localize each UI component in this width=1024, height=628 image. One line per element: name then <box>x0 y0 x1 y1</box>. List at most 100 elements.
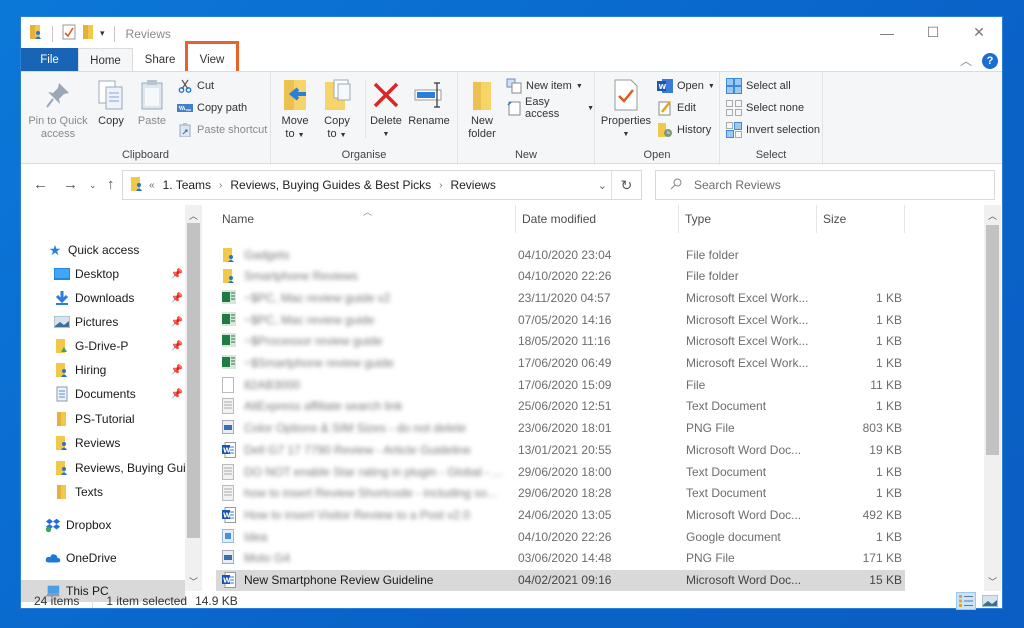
chevron-right-icon[interactable]: › <box>439 180 442 191</box>
large-icons-view-button[interactable] <box>980 592 1000 610</box>
scrollbar-thumb[interactable] <box>187 223 200 538</box>
file-row[interactable]: W How to insert Visitor Review to a Post … <box>216 504 905 525</box>
copy-path-button[interactable]: Copy path <box>177 98 247 118</box>
history-button[interactable]: History <box>657 120 711 140</box>
file-row[interactable]: W Dell G7 17 7790 Review - Article Guidel… <box>216 439 905 460</box>
address-bar[interactable]: « 1. Teams › Reviews, Buying Guides & Be… <box>122 170 642 200</box>
copy-button[interactable]: Copy <box>93 78 129 128</box>
open-button[interactable]: W Open ▼ <box>657 76 715 96</box>
help-icon[interactable]: ? <box>982 52 998 69</box>
tab-share[interactable]: Share <box>133 48 187 72</box>
pin-icon[interactable]: 📌 <box>171 365 183 376</box>
move-to-button[interactable]: Move to ▼ <box>277 78 313 142</box>
file-row[interactable]: Idea 04/10/2020 22:26 Google document 1 KB <box>216 526 905 547</box>
breadcrumb-item[interactable]: Reviews, Buying Guides & Best Picks <box>230 178 431 192</box>
pin-icon[interactable]: 📌 <box>171 317 183 328</box>
chevron-right-icon[interactable]: › <box>219 180 222 191</box>
new-item-button[interactable]: New item ▼ <box>506 76 583 96</box>
file-row[interactable]: Color Options & SIM Sizes - do not delet… <box>216 418 905 439</box>
nav-onedrive[interactable]: OneDrive <box>21 547 185 569</box>
forward-arrow-icon[interactable]: → <box>63 176 78 193</box>
column-header-name[interactable]: Name <box>216 205 516 233</box>
nav-hiring[interactable]: Hiring 📌 <box>21 359 185 381</box>
file-row[interactable]: Gadgets 04/10/2020 23:04 File folder <box>216 244 905 265</box>
nav-reviews[interactable]: Reviews <box>21 432 185 454</box>
breadcrumb-overflow[interactable]: « <box>149 180 155 191</box>
breadcrumb-item[interactable]: Reviews <box>450 178 495 192</box>
nav-ps-tutorial[interactable]: PS-Tutorial <box>21 408 185 430</box>
pin-icon[interactable]: 📌 <box>171 269 183 280</box>
file-list: ︿ Name Date modified Type Size Gadgets 04… <box>216 205 984 591</box>
column-header-size[interactable]: Size <box>817 205 905 233</box>
new-folder-button[interactable]: New folder <box>464 78 500 141</box>
pin-to-quick-access-button[interactable]: Pin to Quick access <box>27 78 89 141</box>
file-row[interactable]: DO NOT enable Star rating in plugin - Gl… <box>216 461 905 482</box>
scroll-up-icon[interactable]: ︿ <box>185 209 202 222</box>
scrollbar-thumb[interactable] <box>986 225 999 455</box>
paste-button[interactable]: Paste <box>135 78 169 128</box>
nav-downloads[interactable]: Downloads 📌 <box>21 287 185 309</box>
edit-button[interactable]: Edit <box>657 98 696 118</box>
details-view-button[interactable] <box>956 592 976 610</box>
refresh-icon[interactable]: ↻ <box>611 171 641 199</box>
file-row[interactable]: AliExpress affiliate search link 25/06/20… <box>216 396 905 417</box>
pin-icon[interactable]: 📌 <box>171 293 183 304</box>
rename-button[interactable]: Rename <box>407 78 451 128</box>
breadcrumb-item[interactable]: 1. Teams <box>163 178 211 192</box>
file-type: PNG File <box>686 421 735 436</box>
file-row[interactable]: ~$Smartphone review guide 17/06/2020 06:4… <box>216 353 905 374</box>
collapse-ribbon-icon[interactable]: ︿ <box>960 52 972 69</box>
tab-view[interactable]: View <box>185 41 239 74</box>
file-row[interactable]: how to insert Review Shortcode - includi… <box>216 483 905 504</box>
scroll-up-icon[interactable]: ︿ <box>984 209 1001 222</box>
delete-button[interactable]: Delete ▼ <box>369 78 403 141</box>
file-row[interactable]: Smartphone Reviews 04/10/2020 22:26 File f… <box>216 266 905 287</box>
nav-pane-scrollbar[interactable]: ︿ ﹀ <box>185 205 202 591</box>
properties-button[interactable]: Properties ▼ <box>599 78 653 141</box>
scroll-down-icon[interactable]: ﹀ <box>185 575 202 588</box>
file-row[interactable]: ~$PC, Mac review guide 07/05/2020 14:16 Mi… <box>216 309 905 330</box>
pin-icon[interactable]: 📌 <box>171 341 183 352</box>
properties-quick-icon[interactable] <box>62 24 76 43</box>
maximize-button[interactable]: ☐ <box>910 17 956 48</box>
customize-qat-icon[interactable]: ▾ <box>100 28 105 39</box>
column-header-type[interactable]: Type <box>679 205 817 233</box>
column-header-date[interactable]: Date modified <box>516 205 679 233</box>
nav-texts[interactable]: Texts <box>21 481 185 503</box>
folder-user-icon[interactable] <box>29 24 43 43</box>
invert-selection-button[interactable]: Invert selection <box>726 120 820 140</box>
copy-to-button[interactable]: Copy to ▼ <box>319 78 355 142</box>
file-row[interactable]: 82AB3000 17/06/2020 15:09 File 11 KB <box>216 374 905 395</box>
file-list-scrollbar[interactable]: ︿ ﹀ <box>984 205 1001 591</box>
tab-file[interactable]: File <box>21 48 78 72</box>
chevron-down-icon[interactable]: ⌄ <box>598 179 607 192</box>
select-none-button[interactable]: Select none <box>726 98 804 118</box>
file-date: 24/06/2020 13:05 <box>518 507 612 522</box>
file-row[interactable]: W New Smartphone Review Guideline 04/02/20… <box>216 569 905 591</box>
easy-access-button[interactable]: Easy access ▼ <box>506 96 594 120</box>
file-row[interactable]: ~$Processor review guide 18/05/2020 11:16… <box>216 331 905 352</box>
new-folder-quick-icon[interactable] <box>82 24 94 43</box>
tab-home[interactable]: Home <box>78 48 133 72</box>
nav-dropbox[interactable]: Dropbox <box>21 514 185 536</box>
cut-button[interactable]: Cut <box>177 76 214 96</box>
recent-locations-icon[interactable]: ⌄ <box>89 180 97 191</box>
search-input[interactable]: Search Reviews <box>655 170 995 200</box>
file-row[interactable]: ~$PC, Mac review guide v2 23/11/2020 04:5… <box>216 287 905 308</box>
image-file-icon <box>222 420 236 436</box>
file-row[interactable]: Moto G4 03/06/2020 14:48 PNG File 171 KB <box>216 548 905 569</box>
close-button[interactable]: ✕ <box>956 17 1002 48</box>
pin-icon[interactable]: 📌 <box>171 389 183 400</box>
nav-quick-access[interactable]: ★ Quick access <box>21 239 185 261</box>
nav-g-drive-p[interactable]: G-Drive-P 📌 <box>21 335 185 357</box>
nav-pictures[interactable]: Pictures 📌 <box>21 311 185 333</box>
paste-shortcut-button[interactable]: Paste shortcut <box>177 120 267 140</box>
back-arrow-icon[interactable]: ← <box>33 176 48 193</box>
up-arrow-icon[interactable]: ↑ <box>107 176 115 193</box>
scroll-down-icon[interactable]: ﹀ <box>984 575 1001 588</box>
select-all-button[interactable]: Select all <box>726 76 791 96</box>
nav-documents[interactable]: Documents 📌 <box>21 383 185 405</box>
nav-desktop[interactable]: Desktop 📌 <box>21 263 185 285</box>
minimize-button[interactable]: — <box>864 17 910 48</box>
nav-reviews-buying-guides[interactable]: Reviews, Buying Guides & Best Picks <box>21 457 185 479</box>
